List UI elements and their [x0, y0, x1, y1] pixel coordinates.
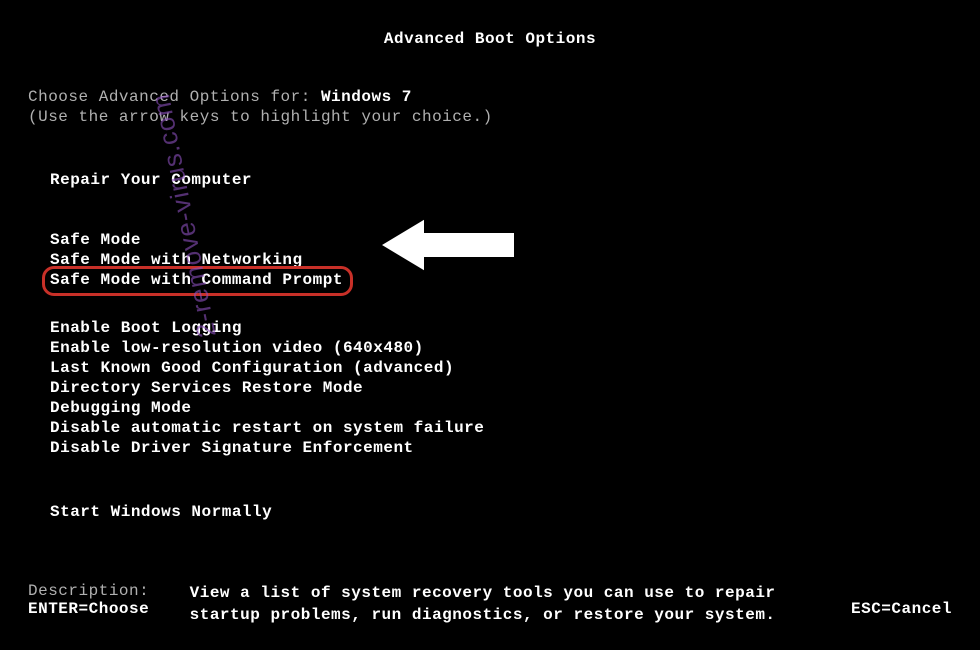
option-safe-mode[interactable]: Safe Mode — [50, 230, 952, 250]
option-debugging-mode[interactable]: Debugging Mode — [50, 398, 952, 418]
esc-cancel-label: ESC=Cancel — [851, 600, 952, 618]
option-directory-services-restore[interactable]: Directory Services Restore Mode — [50, 378, 952, 398]
option-low-resolution-video[interactable]: Enable low-resolution video (640x480) — [50, 338, 952, 358]
option-safe-mode-networking[interactable]: Safe Mode with Networking — [50, 250, 952, 270]
arrow-keys-hint: (Use the arrow keys to highlight your ch… — [28, 108, 952, 126]
option-safe-mode-command-prompt[interactable]: Safe Mode with Command Prompt — [50, 270, 343, 290]
os-name: Windows 7 — [321, 88, 412, 106]
choose-prefix: Choose Advanced Options for: — [28, 88, 321, 106]
enter-choose-label: ENTER=Choose — [28, 600, 149, 618]
option-repair-computer[interactable]: Repair Your Computer — [50, 170, 952, 190]
choose-advanced-label: Choose Advanced Options for: Windows 7 — [28, 88, 952, 106]
option-disable-driver-signature[interactable]: Disable Driver Signature Enforcement — [50, 438, 952, 458]
page-title: Advanced Boot Options — [0, 0, 980, 48]
option-start-windows-normally[interactable]: Start Windows Normally — [50, 502, 952, 522]
option-disable-auto-restart[interactable]: Disable automatic restart on system fail… — [50, 418, 952, 438]
option-last-known-good[interactable]: Last Known Good Configuration (advanced) — [50, 358, 952, 378]
option-enable-boot-logging[interactable]: Enable Boot Logging — [50, 318, 952, 338]
